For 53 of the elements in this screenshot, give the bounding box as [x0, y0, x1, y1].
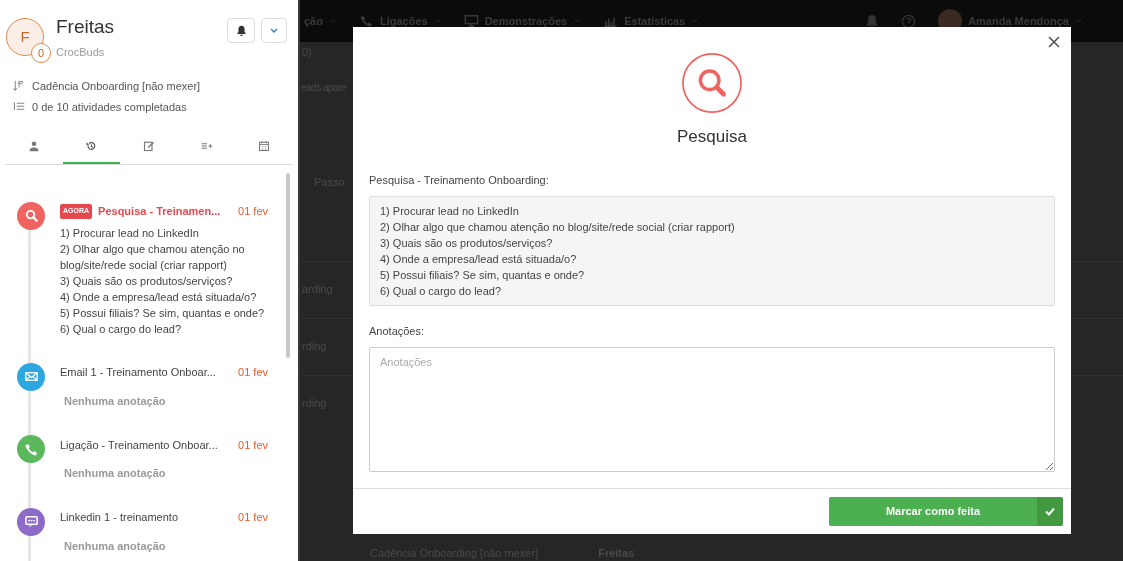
- activity-title[interactable]: Linkedin 1 - treinamento: [60, 509, 233, 526]
- activity-date: 01 fev: [238, 510, 268, 526]
- bell-icon: [865, 14, 880, 28]
- description-line: 5) Possui filiais? Se sim, quantas e onde?: [380, 268, 586, 283]
- dropdown-button[interactable]: [261, 18, 287, 43]
- search-icon: [681, 52, 743, 114]
- checkmark-icon: [1037, 497, 1063, 526]
- description-line: 1) Procurar lead no LinkedIn: [380, 204, 520, 219]
- close-button[interactable]: [1047, 35, 1061, 49]
- person-icon: [27, 139, 40, 152]
- caret-icon: [433, 18, 442, 24]
- caret-icon: [691, 18, 700, 24]
- caret-icon: [328, 18, 337, 24]
- help-icon: [901, 13, 917, 29]
- history-icon: [85, 139, 98, 152]
- activity-title[interactable]: Ligação - Treinamento Onboar...: [60, 436, 233, 454]
- activity-step: 4) Onde a empresa/lead está situada/o?: [60, 288, 268, 305]
- completed-count-text: 0 de 10 atividades completadas: [32, 100, 187, 115]
- activity-date: 01 fev: [238, 204, 268, 220]
- activity-note: Nenhuma anotação: [64, 466, 167, 481]
- caret-icon: [573, 18, 582, 24]
- activity-note: Nenhuma anotação: [64, 538, 167, 554]
- activity-note: Nenhuma anotação: [64, 393, 167, 409]
- activity-date: 01 fev: [238, 365, 268, 381]
- cadence-name: Cadência Onboarding [não mexer]: [32, 78, 201, 94]
- activity-step: 3) Quais são os produtos/serviços?: [60, 272, 268, 289]
- caret-icon: [270, 27, 278, 34]
- description-line: 2) Olhar algo que chamou atenção no blog/site/rede social (criar rapport): [380, 220, 736, 235]
- section-label: Pesquisa - Treinamento Onboarding:: [369, 172, 550, 188]
- cadence-icon: [13, 79, 25, 92]
- phone-icon: [358, 14, 374, 28]
- notifications-button[interactable]: [227, 18, 255, 43]
- calendar-icon: [258, 139, 271, 152]
- activity-date: 01 fev: [238, 437, 268, 453]
- description-line: 3) Quais são os produtos/serviços?: [380, 236, 554, 251]
- lead-name: Freitas: [56, 16, 116, 38]
- activity-step: 5) Possui filiais? Se sim, quantas e onde?: [60, 304, 268, 321]
- activity-step: 1) Procurar lead no LinkedIn: [60, 224, 268, 241]
- bell-icon: [235, 25, 247, 36]
- monitor-icon: [463, 14, 479, 28]
- activity-step: 2) Olhar algo que chamou atenção no blog/site/rede social (criar rapport): [60, 240, 268, 273]
- activity-title[interactable]: Email 1 - Treinamento Onboar...: [60, 364, 233, 381]
- count-badge: 0: [31, 43, 51, 63]
- activity-title[interactable]: Pesquisa - Treinamen...: [98, 203, 233, 220]
- edit-icon: [143, 139, 155, 152]
- company-name: CrocBuds: [56, 45, 106, 60]
- description-line: 6) Qual o cargo do lead?: [380, 284, 503, 299]
- notes-label: Anotações:: [369, 324, 426, 339]
- scrollbar-thumb[interactable]: [286, 172, 290, 358]
- modal-title: Pesquisa: [677, 126, 747, 148]
- activity-step: 6) Qual o cargo do lead?: [60, 320, 268, 337]
- notes-field[interactable]: Anotações: [369, 346, 1055, 472]
- caret-icon: [1075, 18, 1083, 24]
